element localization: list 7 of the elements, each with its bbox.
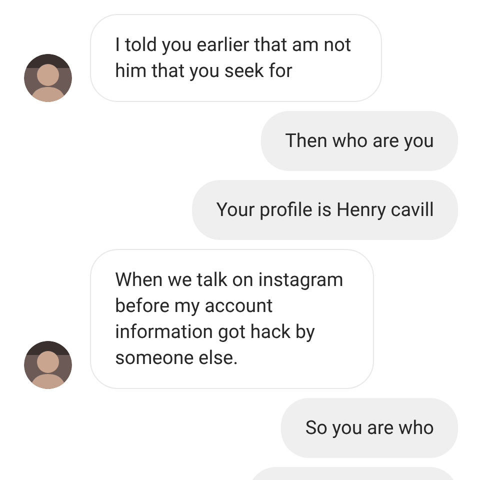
- message-bubble: I told you earlier that am not him that you seek for: [90, 14, 382, 102]
- message-bubble: When we talk on instagram before my account information got hack by someone else.: [90, 249, 374, 389]
- avatar[interactable]: [24, 341, 72, 389]
- message-bubble: Then who are you: [261, 111, 458, 171]
- message-bubble: So you are who: [281, 398, 458, 458]
- message-bubble: Your profile is Henry cavill: [192, 180, 458, 240]
- avatar[interactable]: [24, 54, 72, 102]
